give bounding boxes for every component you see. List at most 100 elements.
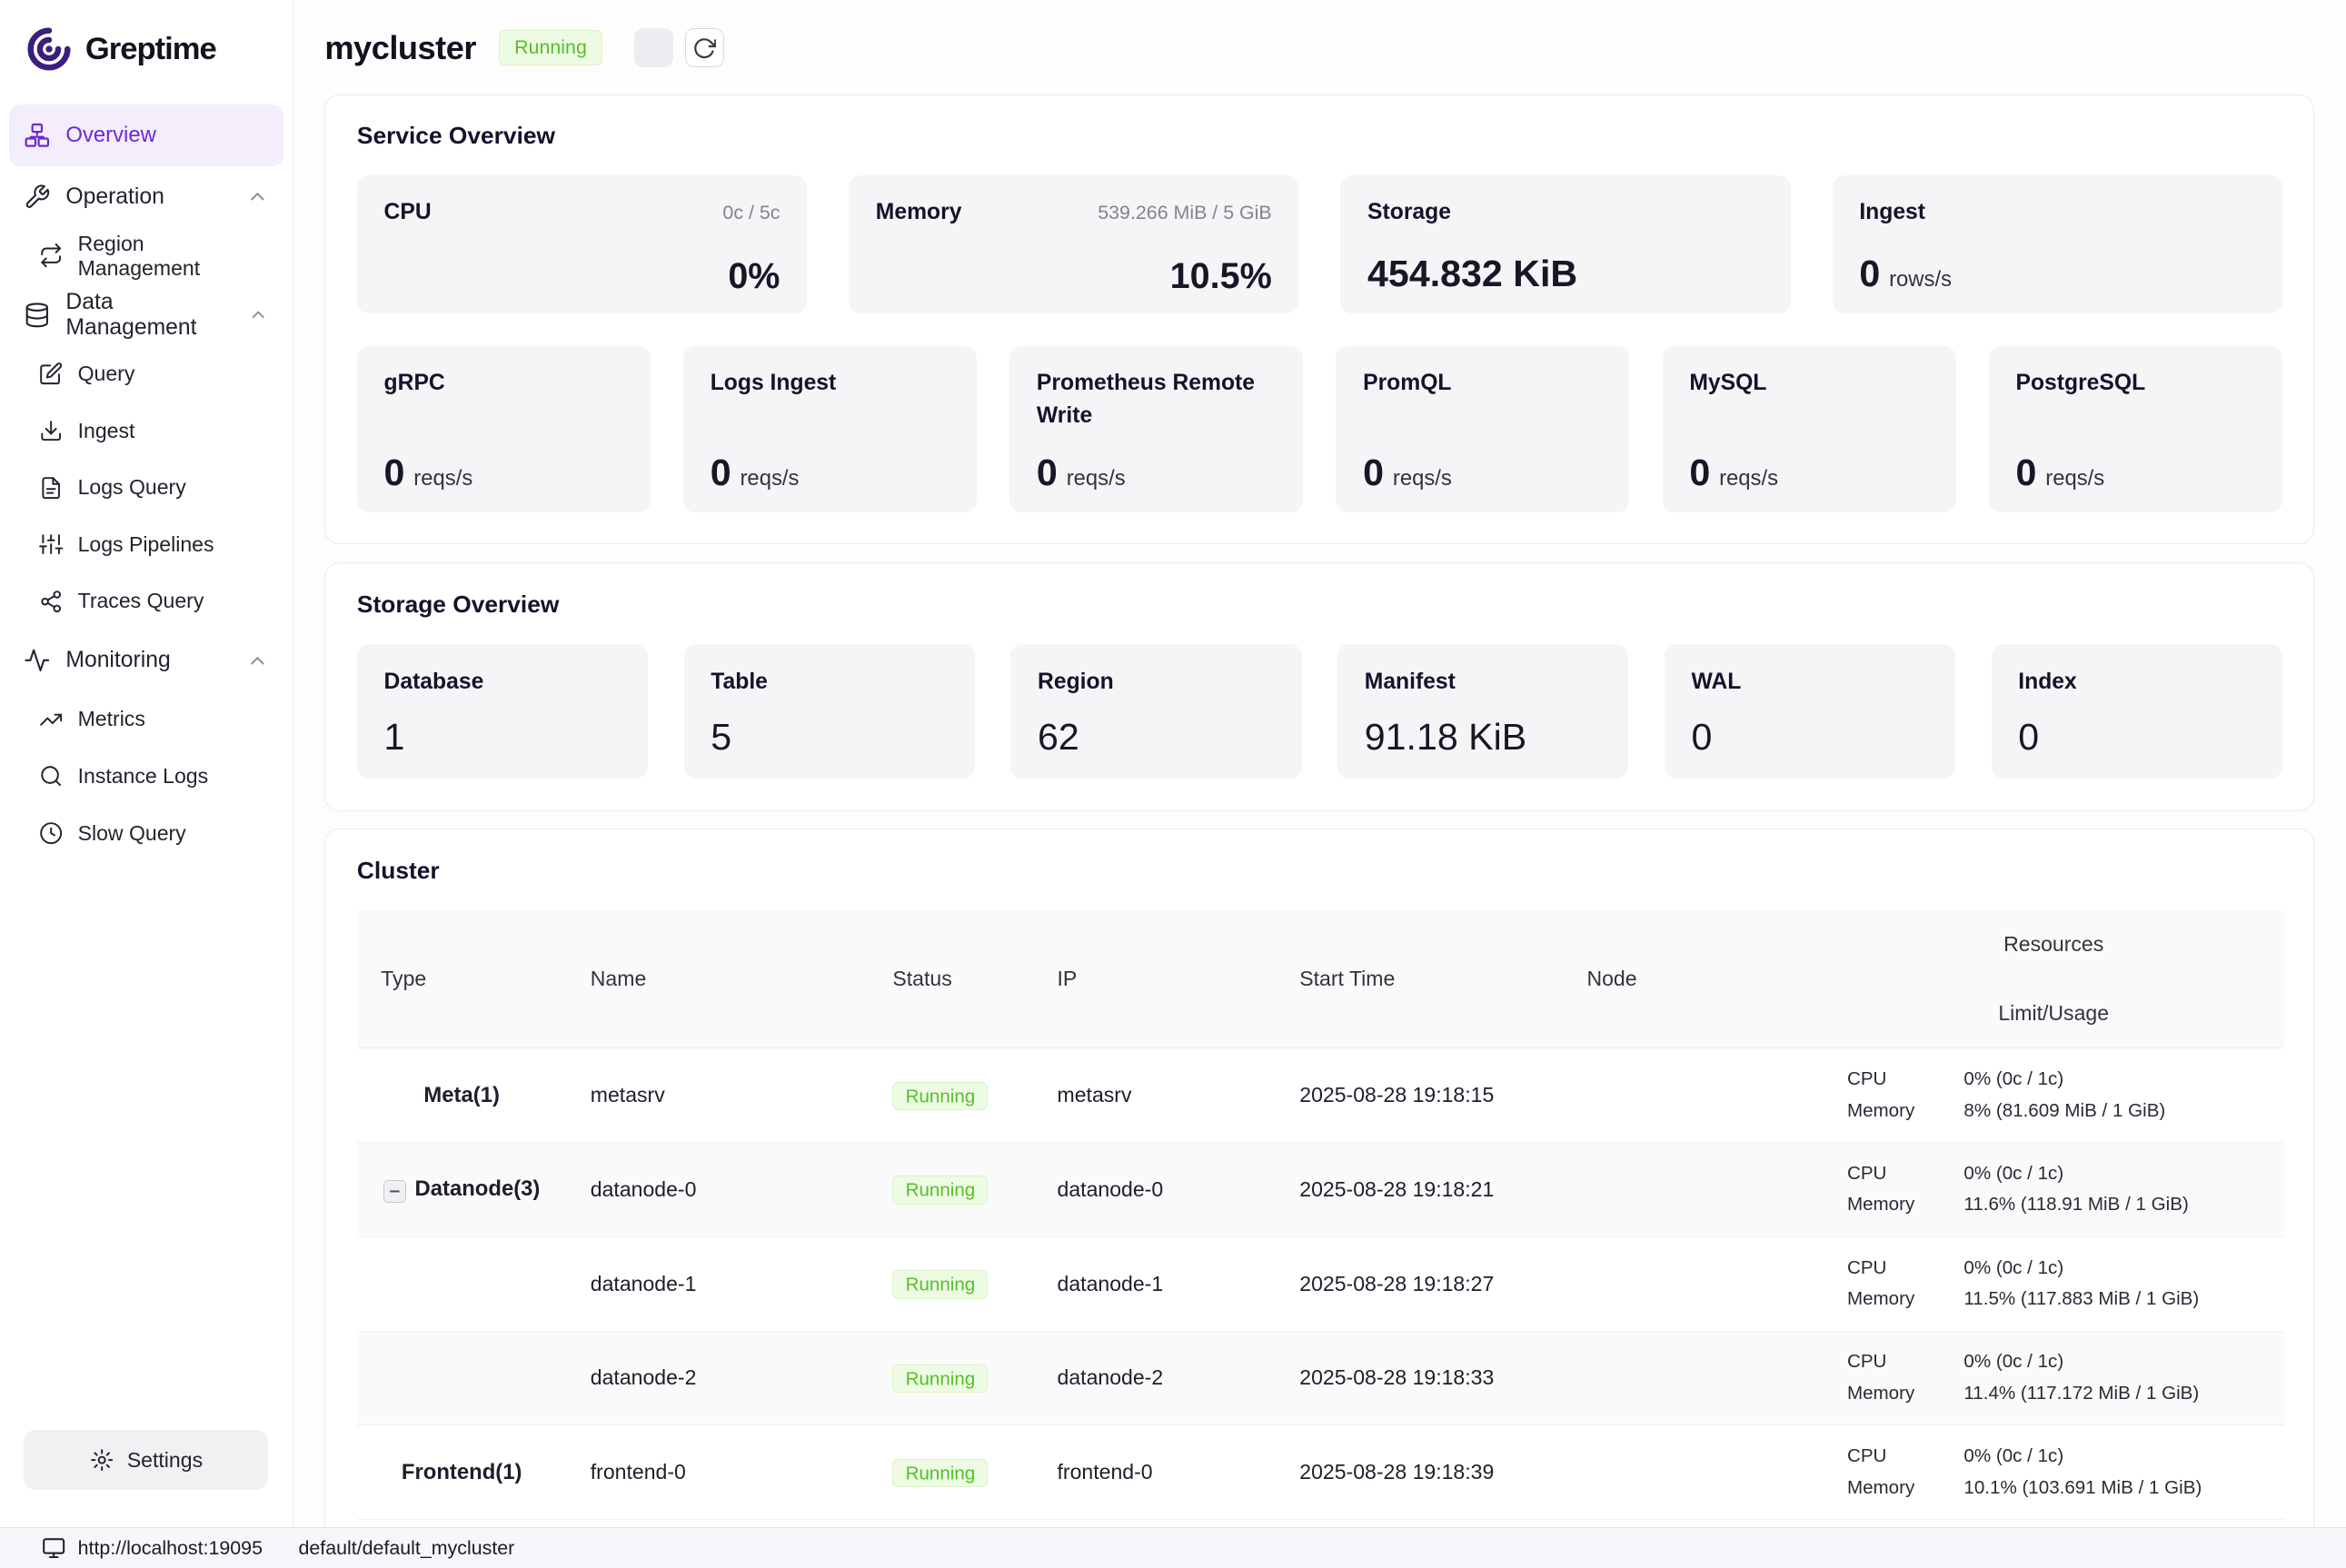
status-badge: Running (892, 1082, 988, 1111)
sidebar-item-query[interactable]: Query (9, 345, 283, 402)
row-ip: datanode-2 (1033, 1331, 1276, 1425)
row-type: Meta(1) (357, 1048, 567, 1143)
pipelines-sliders-icon (39, 532, 63, 556)
chevron-up-icon (248, 303, 268, 326)
sidebar-nav: Overview Operation Region Management Dat… (0, 104, 293, 1430)
brand-name: Greptime (85, 32, 216, 67)
monitoring-activity-icon (24, 647, 51, 674)
protocol-rates-row: gRPC 0reqs/s Logs Ingest 0reqs/s Prometh… (357, 346, 2282, 512)
row-status: Running (869, 1331, 1033, 1425)
cpu-title: CPU (384, 196, 432, 229)
row-node (1563, 1143, 1824, 1237)
cluster-card: Cluster Type Name Status IP Start Time N… (324, 829, 2314, 1552)
section-title-service-overview: Service Overview (357, 122, 2282, 150)
cluster-table-header: Type Name Status IP Start Time Node Reso… (357, 910, 2284, 1048)
monitor-icon (42, 1536, 65, 1560)
pause-button[interactable] (634, 28, 673, 67)
row-status: Running (869, 1048, 1033, 1143)
sidebar-item-instance-logs[interactable]: Instance Logs (9, 748, 283, 805)
refresh-button[interactable] (685, 28, 724, 67)
sidebar-group-data-management[interactable]: Data Management (9, 284, 283, 346)
col-status: Status (869, 910, 1033, 1048)
sidebar-item-label: Slow Query (78, 821, 186, 846)
col-start-time: Start Time (1276, 910, 1563, 1048)
cpu-limit: 0c / 5c (722, 202, 780, 224)
sidebar-group-label: Operation (65, 184, 164, 210)
sidebar-item-traces-query[interactable]: Traces Query (9, 573, 283, 630)
status-badge: Running (892, 1459, 988, 1488)
sidebar-group-monitoring[interactable]: Monitoring (9, 630, 283, 691)
row-name: datanode-2 (566, 1331, 869, 1425)
sidebar-item-ingest[interactable]: Ingest (9, 402, 283, 460)
table-row-datanode-1: datanode-1 Running datanode-1 2025-08-28… (357, 1236, 2284, 1331)
sidebar-item-overview[interactable]: Overview (9, 104, 283, 166)
sidebar-item-logs-query[interactable]: Logs Query (9, 459, 283, 516)
memory-percent: 10.5% (876, 256, 1272, 297)
collapse-group-toggle[interactable] (383, 1180, 406, 1203)
sidebar-item-label: Logs Query (78, 475, 186, 500)
refresh-icon (692, 36, 716, 60)
table-stat-card: Table 5 (684, 644, 975, 779)
service-overview-card: Service Overview CPU 0c / 5c 0% Memory 5… (324, 94, 2314, 545)
sidebar-group-operation[interactable]: Operation (9, 166, 283, 228)
sidebar-item-label: Metrics (78, 707, 145, 731)
greptime-logo: Greptime (0, 0, 293, 104)
sidebar-item-label: Overview (65, 123, 155, 148)
storage-metric-card: Storage 454.832 KiB (1340, 175, 1790, 313)
storage-value: 454.832 KiB (1367, 255, 1577, 293)
gear-icon (90, 1448, 114, 1472)
region-stat-card: Region 62 (1010, 644, 1301, 779)
index-stat-card: Index 0 (1992, 644, 2282, 779)
row-type (357, 1236, 567, 1331)
chevron-up-icon (246, 185, 269, 208)
storage-title: Storage (1367, 196, 1451, 229)
row-resources: CPU0% (0c / 1c) Memory11.5% (117.883 MiB… (1824, 1236, 2284, 1331)
metrics-chart-icon (39, 708, 63, 731)
row-ip: frontend-0 (1033, 1425, 1276, 1520)
row-ip: metasrv (1033, 1048, 1276, 1143)
prometheus-remote-write-rate-card: Prometheus Remote Write 0reqs/s (1009, 346, 1303, 512)
page-header: mycluster Running (293, 0, 2346, 76)
header-actions (634, 28, 724, 67)
sidebar-item-label: Traces Query (78, 589, 204, 613)
row-resources: CPU0% (0c / 1c) Memory8% (81.609 MiB / 1… (1824, 1048, 2284, 1143)
row-start-time: 2025-08-28 19:18:27 (1276, 1236, 1563, 1331)
status-badge: Running (892, 1176, 988, 1205)
row-type (357, 1331, 567, 1425)
logs-ingest-rate-card: Logs Ingest 0reqs/s (683, 346, 977, 512)
col-ip: IP (1033, 910, 1276, 1048)
sidebar: Greptime Overview Operation Region Manag… (0, 0, 293, 1568)
sidebar-item-logs-pipelines[interactable]: Logs Pipelines (9, 516, 283, 573)
row-node (1563, 1048, 1824, 1143)
row-resources: CPU0% (0c / 1c) Memory11.4% (117.172 MiB… (1824, 1331, 2284, 1425)
ingest-unit: rows/s (1889, 267, 1952, 293)
sidebar-item-region-management[interactable]: Region Management (9, 227, 283, 284)
promql-rate-card: PromQL 0reqs/s (1336, 346, 1629, 512)
row-name: datanode-1 (566, 1236, 869, 1331)
row-status: Running (869, 1236, 1033, 1331)
row-resources: CPU0% (0c / 1c) Memory10.1% (103.691 MiB… (1824, 1425, 2284, 1520)
settings-button[interactable]: Settings (24, 1430, 268, 1490)
minus-icon (388, 1185, 402, 1198)
row-status: Running (869, 1425, 1033, 1520)
row-node (1563, 1425, 1824, 1520)
row-status: Running (869, 1143, 1033, 1237)
sidebar-item-slow-query[interactable]: Slow Query (9, 805, 283, 862)
row-resources: CPU0% (0c / 1c) Memory11.6% (118.91 MiB … (1824, 1143, 2284, 1237)
row-start-time: 2025-08-28 19:18:21 (1276, 1143, 1563, 1237)
grpc-rate-card: gRPC 0reqs/s (357, 346, 651, 512)
row-name: datanode-0 (566, 1143, 869, 1237)
sidebar-item-metrics[interactable]: Metrics (9, 691, 283, 749)
sidebar-item-label: Region Management (78, 232, 269, 281)
settings-label: Settings (127, 1448, 203, 1473)
sidebar-item-label: Logs Pipelines (78, 532, 214, 557)
ingest-metric-card: Ingest 0 rows/s (1833, 175, 2282, 313)
traces-graph-icon (39, 590, 63, 613)
row-type: Datanode(3) (357, 1143, 567, 1237)
table-row-metasrv: Meta(1) metasrv Running metasrv 2025-08-… (357, 1048, 2284, 1143)
greptime-spiral-icon (24, 24, 75, 74)
sidebar-item-label: Instance Logs (78, 764, 209, 789)
row-type: Frontend(1) (357, 1425, 567, 1520)
ingest-download-icon (39, 419, 63, 442)
log-file-icon (39, 476, 63, 500)
